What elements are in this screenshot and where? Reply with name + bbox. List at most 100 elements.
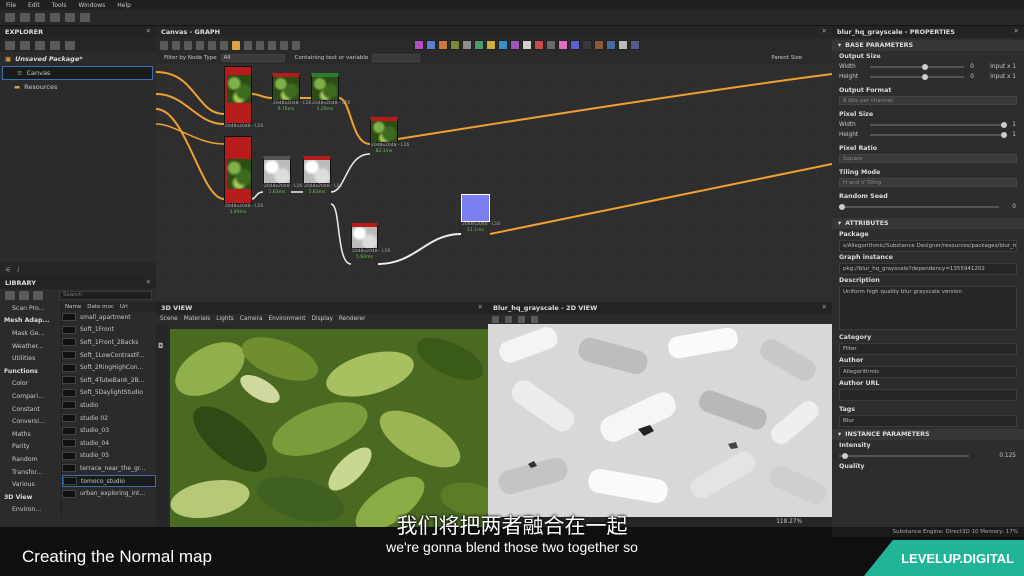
library-item[interactable]: studio_04 bbox=[62, 437, 156, 450]
library-category[interactable]: Various bbox=[0, 478, 61, 491]
2d-tool-icon-1[interactable] bbox=[492, 315, 499, 323]
2d-tool-icon-2[interactable] bbox=[505, 315, 512, 323]
node-icon-3[interactable] bbox=[438, 40, 448, 50]
save-all-icon[interactable] bbox=[50, 13, 60, 22]
close-icon[interactable]: ✕ bbox=[822, 27, 827, 35]
category-field[interactable]: Filter bbox=[839, 343, 1017, 355]
library-item[interactable]: Soft_2RingHighCon... bbox=[62, 361, 156, 374]
close-icon[interactable]: ✕ bbox=[1014, 27, 1019, 35]
library-item[interactable]: Soft_5DaylightStudio bbox=[62, 387, 156, 400]
pin-icon[interactable]: ✕ bbox=[146, 27, 151, 35]
library-item[interactable]: Soft_1Front_2Backs bbox=[62, 336, 156, 349]
package-row[interactable]: ▣ Unsaved Package* bbox=[0, 52, 156, 66]
filter-select[interactable]: All bbox=[220, 54, 285, 62]
info-icon[interactable]: i bbox=[17, 266, 19, 274]
library-category[interactable]: Color bbox=[0, 378, 61, 391]
export-icon[interactable] bbox=[50, 40, 60, 50]
seed-slider[interactable] bbox=[839, 204, 999, 210]
graph-node-4[interactable]: 2048x2048 - L16 82.1ms bbox=[370, 117, 409, 154]
col-date[interactable]: Date moc bbox=[87, 304, 114, 310]
node-icon-6[interactable] bbox=[474, 40, 484, 50]
width-value[interactable]: 0 bbox=[970, 64, 974, 70]
seed-value[interactable]: 0 bbox=[1012, 204, 1016, 210]
tool-icon-8[interactable] bbox=[244, 40, 252, 50]
slider-knob[interactable] bbox=[1001, 122, 1008, 128]
containing-input[interactable] bbox=[372, 54, 421, 62]
resources-row[interactable]: ▬ Resources bbox=[0, 80, 156, 94]
3d-menu-camera[interactable]: Camera bbox=[240, 316, 263, 322]
parent-size-label[interactable]: Parent Size bbox=[771, 55, 802, 61]
library-edit-icon[interactable] bbox=[33, 291, 43, 300]
base-parameters-section[interactable]: ▾ BASE PARAMETERS bbox=[832, 40, 1024, 51]
slider-knob[interactable] bbox=[921, 74, 928, 80]
menu-help[interactable]: Help bbox=[117, 2, 131, 9]
3d-menu-display[interactable]: Display bbox=[312, 316, 333, 322]
graph-node-1[interactable]: 2048x2048 - L16 bbox=[224, 66, 263, 129]
library-add-icon[interactable] bbox=[5, 291, 15, 300]
tool-icon-3[interactable] bbox=[184, 40, 192, 50]
description-field[interactable]: Uniform high quality blur grayscale vers… bbox=[839, 286, 1017, 330]
library-category[interactable]: Compari... bbox=[0, 390, 61, 403]
graph-node-3[interactable]: 2048x2048 - L16 1.29ms bbox=[311, 73, 350, 112]
open-package-icon[interactable] bbox=[20, 40, 30, 50]
3d-render-viewport[interactable] bbox=[170, 329, 488, 527]
library-item[interactable]: studio 02 bbox=[62, 412, 156, 425]
slider-knob[interactable] bbox=[921, 64, 928, 70]
node-icon-7[interactable] bbox=[486, 40, 496, 50]
node-icon-11[interactable] bbox=[534, 40, 544, 50]
tiling-mode-select[interactable]: H and V Tiling bbox=[839, 178, 1017, 187]
library-item[interactable]: studio_03 bbox=[62, 424, 156, 437]
library-category[interactable]: Scan Pro... bbox=[0, 302, 61, 315]
library-category[interactable]: Mesh Adap... bbox=[0, 315, 61, 328]
node-icon-19[interactable] bbox=[630, 40, 640, 50]
tool-icon-11[interactable] bbox=[280, 40, 288, 50]
graph-node-8[interactable]: 2048x2048 - L16 5.92ms bbox=[351, 223, 390, 260]
2d-tool-icon-4[interactable] bbox=[531, 315, 538, 323]
graph-node-5[interactable]: 2048x2048 - L16 3.49ms bbox=[224, 136, 263, 215]
tool-icon-9[interactable] bbox=[256, 40, 264, 50]
library-item[interactable]: studio bbox=[62, 399, 156, 412]
menu-tools[interactable]: Tools bbox=[52, 2, 67, 9]
close-icon[interactable]: ✕ bbox=[146, 278, 151, 286]
2d-tool-icon-3[interactable] bbox=[518, 315, 525, 323]
tags-field[interactable]: Blur bbox=[839, 415, 1017, 427]
tool-icon-2[interactable] bbox=[172, 40, 180, 50]
graph-node-6[interactable]: 2048x2048 - L16 1.63ms bbox=[263, 156, 302, 195]
library-category[interactable]: Mask Ge... bbox=[0, 327, 61, 340]
attributes-section[interactable]: ▾ ATTRIBUTES bbox=[832, 218, 1024, 229]
instance-parameters-section[interactable]: ▾ INSTANCE PARAMETERS bbox=[832, 429, 1024, 440]
canvas-row[interactable]: ≡ Canvas bbox=[2, 66, 153, 80]
node-icon-1[interactable] bbox=[414, 40, 424, 50]
intensity-value[interactable]: 0.125 bbox=[999, 453, 1016, 459]
output-format-select[interactable]: 8 bits per channel bbox=[839, 96, 1017, 105]
col-url[interactable]: Url bbox=[120, 304, 128, 310]
node-icon-8[interactable] bbox=[498, 40, 508, 50]
graph-panel[interactable]: Canvas - GRAPH ✕ Filter by Node Type All … bbox=[156, 26, 832, 302]
open-folder-icon[interactable] bbox=[20, 13, 30, 22]
height-slider[interactable] bbox=[870, 74, 964, 80]
library-category[interactable]: Utilities bbox=[0, 352, 61, 365]
library-item[interactable]: urban_exploring_int... bbox=[62, 487, 156, 500]
intensity-slider[interactable] bbox=[839, 453, 969, 459]
col-name[interactable]: Name bbox=[65, 304, 81, 310]
slider-knob[interactable] bbox=[1001, 132, 1008, 138]
library-category[interactable]: Functions bbox=[0, 365, 61, 378]
node-icon-5[interactable] bbox=[462, 40, 472, 50]
filter-icon[interactable]: ⚟ bbox=[5, 266, 11, 274]
menu-edit[interactable]: Edit bbox=[28, 2, 40, 9]
pixel-width-value[interactable]: 1 bbox=[1012, 122, 1016, 128]
library-category[interactable]: Conversi... bbox=[0, 415, 61, 428]
library-category[interactable]: 3D View bbox=[0, 491, 61, 504]
undo-icon[interactable] bbox=[65, 13, 75, 22]
library-item[interactable]: terrace_near_the_gr... bbox=[62, 462, 156, 475]
node-icon-16[interactable] bbox=[594, 40, 604, 50]
menu-windows[interactable]: Windows bbox=[78, 2, 105, 9]
3d-menu-scene[interactable]: Scene bbox=[160, 316, 178, 322]
menu-file[interactable]: File bbox=[6, 2, 16, 9]
library-item[interactable]: small_apartment bbox=[62, 311, 156, 324]
author-field[interactable]: Allegorithmic bbox=[839, 366, 1017, 378]
library-category[interactable]: Transfor... bbox=[0, 466, 61, 479]
node-icon-4[interactable] bbox=[450, 40, 460, 50]
save-icon[interactable] bbox=[35, 13, 45, 22]
3d-menu-lights[interactable]: Lights bbox=[216, 316, 234, 322]
